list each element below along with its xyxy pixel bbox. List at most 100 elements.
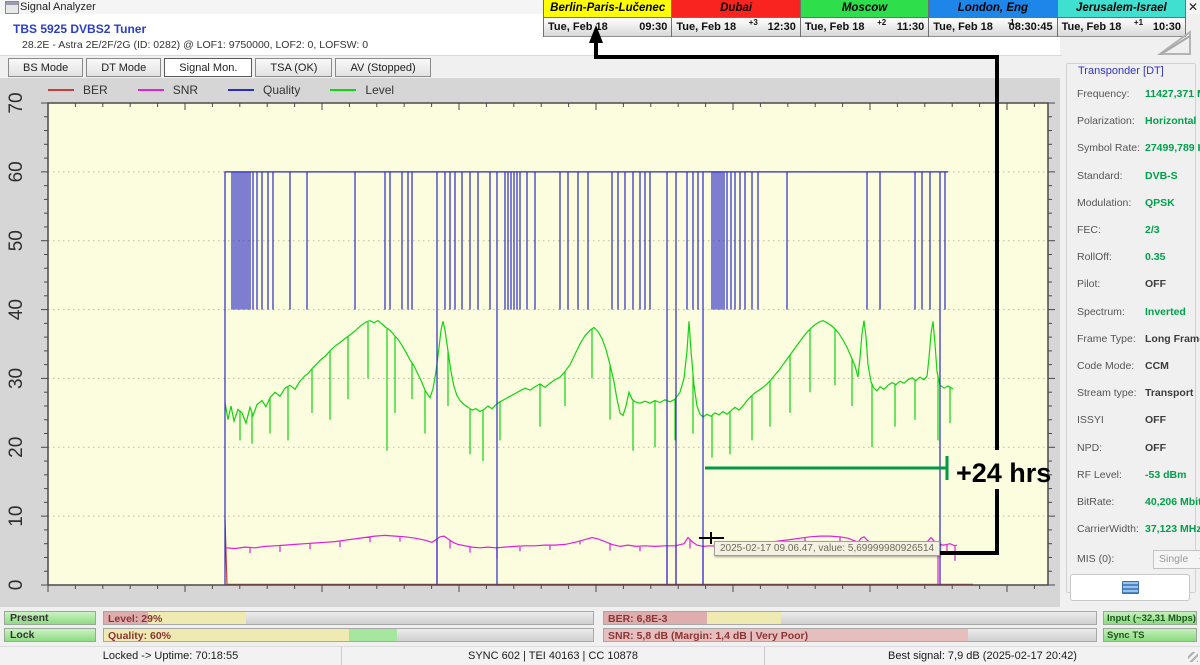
row-label: Stream type: bbox=[1077, 387, 1137, 399]
clock-time-row: Tue, Feb 18+211:30 bbox=[801, 18, 928, 37]
signal-chart-panel[interactable]: BERSNRQualityLevel 010203040506070 bbox=[0, 78, 1060, 607]
svg-text:40: 40 bbox=[6, 299, 27, 320]
row-value: QPSK bbox=[1145, 197, 1175, 209]
clock-date: Tue, Feb 18 bbox=[676, 21, 736, 33]
legend-swatch bbox=[330, 89, 356, 91]
tab-bs-mode[interactable]: BS Mode bbox=[8, 58, 83, 77]
legend-label: SNR bbox=[173, 83, 198, 97]
clock-time: 11:30 bbox=[897, 21, 925, 33]
clock-city-label: Moscow bbox=[801, 0, 928, 18]
clock-time-row: Tue, Feb 18 09:30 bbox=[544, 18, 671, 37]
svg-text:50: 50 bbox=[6, 230, 27, 251]
meter-row-2: LockQuality: 60%SNR: 5,8 dB (Margin: 1,4… bbox=[0, 628, 1200, 643]
transponder-row-codemode: Code Mode:CCM bbox=[1077, 360, 1197, 374]
row-label: RF Level: bbox=[1077, 469, 1122, 481]
svg-text:60: 60 bbox=[6, 161, 27, 182]
clock-utc-offset: +1 bbox=[1134, 18, 1143, 27]
transponder-row-symbolrate: Symbol Rate: 27499,789 KS/s bbox=[1077, 142, 1197, 156]
meter-fill-segment bbox=[349, 629, 398, 641]
clock-time: 12:30 bbox=[768, 21, 796, 33]
tab-tsa-ok-[interactable]: TSA (OK) bbox=[255, 58, 332, 77]
meter-label: Level: 29% bbox=[108, 613, 162, 625]
clock-time-row: Tue, Feb 18+312:30 bbox=[672, 18, 799, 37]
clock-berlin-paris-lu-enec[interactable]: Berlin-Paris-LučenecTue, Feb 1809:30 bbox=[543, 0, 671, 37]
clock-date: Tue, Feb 18 bbox=[1062, 21, 1122, 33]
legend-label: Quality bbox=[263, 83, 300, 97]
row-value: 27499,789 KS/s bbox=[1145, 142, 1200, 154]
status-box-sync-ts: Sync TS bbox=[1103, 628, 1197, 642]
meter-fill-segment bbox=[707, 612, 781, 624]
resize-grip[interactable] bbox=[1188, 652, 1198, 662]
signal-plot[interactable]: 010203040506070 bbox=[0, 78, 1060, 612]
tab-dt-mode[interactable]: DT Mode bbox=[86, 58, 161, 77]
mis-row: MIS (0): Single bbox=[1077, 553, 1197, 567]
clock-moscow[interactable]: MoscowTue, Feb 18+211:30 bbox=[800, 0, 928, 37]
transponder-row-frametype: Frame Type:Long Frame bbox=[1077, 333, 1197, 347]
transponder-row-frequency: Frequency: 11427,371 MHz bbox=[1077, 88, 1197, 102]
tabs: BS ModeDT ModeSignal Mon.TSA (OK)AV (Sto… bbox=[8, 58, 431, 77]
status-box-input-mbps-: Input (~32,31 Mbps) bbox=[1103, 611, 1197, 625]
row-value: CCM bbox=[1145, 360, 1169, 372]
close-icon[interactable]: ✕ bbox=[1188, 1, 1198, 13]
clock-time-row: Tue, Feb 18-108:30:45 bbox=[929, 18, 1056, 37]
clock-time: 09:30 bbox=[639, 21, 667, 33]
row-value: 37,123 MHz bbox=[1145, 523, 1200, 535]
legend-item-quality: Quality bbox=[228, 83, 300, 97]
save-icon bbox=[1122, 581, 1139, 594]
chart-legend: BER SNR Quality Level bbox=[48, 83, 394, 97]
transponder-row-standard: Standard:DVB-S bbox=[1077, 170, 1197, 184]
clock-time: 08:30:45 bbox=[1009, 21, 1053, 33]
transponder-row-rflevel: RF Level:-53 dBm bbox=[1077, 469, 1197, 483]
legend-label: BER bbox=[83, 83, 108, 97]
row-value: 40,206 Mbit/s bbox=[1145, 496, 1200, 508]
row-value: OFF bbox=[1145, 442, 1166, 454]
row-label: FEC: bbox=[1077, 224, 1101, 236]
transponder-row-polarization: Polarization:Horizontal bbox=[1077, 115, 1197, 129]
legend-label: Level bbox=[365, 83, 394, 97]
row-label: Modulation: bbox=[1077, 197, 1131, 209]
mis-label: MIS (0): bbox=[1077, 553, 1114, 565]
row-value: Long Frame bbox=[1145, 333, 1200, 345]
row-label: ISSYI bbox=[1077, 414, 1104, 426]
legend-item-ber: BER bbox=[48, 83, 108, 97]
transponder-row-npd: NPD:OFF bbox=[1077, 442, 1197, 456]
transponder-row-fec: FEC: 2/3 bbox=[1077, 224, 1197, 238]
svg-text:30: 30 bbox=[6, 368, 27, 389]
row-value: Horizontal bbox=[1145, 115, 1196, 127]
transponder-groupbox: Transponder [DT] Frequency:11427,371 MHz… bbox=[1066, 63, 1196, 593]
row-value: DVB-S bbox=[1145, 170, 1178, 182]
row-value: 11427,371 MHz bbox=[1145, 88, 1200, 100]
clock-london-eng[interactable]: London, EngTue, Feb 18-108:30:45 bbox=[928, 0, 1056, 37]
mis-value: Single bbox=[1159, 553, 1188, 565]
meter-level: Level: 29% bbox=[103, 611, 594, 625]
row-label: Symbol Rate: bbox=[1077, 142, 1140, 154]
export-button[interactable] bbox=[1070, 574, 1190, 601]
row-value: Inverted bbox=[1145, 306, 1186, 318]
status-best-signal: Best signal: 7,9 dB (2025-02-17 20:42) bbox=[765, 647, 1200, 665]
clock-date: Tue, Feb 18 bbox=[548, 21, 608, 33]
clock-dubai[interactable]: DubaiTue, Feb 18+312:30 bbox=[671, 0, 799, 37]
legend-swatch bbox=[48, 89, 74, 91]
legend-item-snr: SNR bbox=[138, 83, 198, 97]
meter-row-1: PresentLevel: 29%BER: 6,8E-3Input (~32,3… bbox=[0, 611, 1200, 626]
meter-snr: SNR: 5,8 dB (Margin: 1,4 dB | Very Poor) bbox=[603, 628, 1097, 642]
legend-swatch bbox=[138, 89, 164, 91]
window-title: Signal Analyzer bbox=[20, 1, 96, 13]
row-label: Spectrum: bbox=[1077, 306, 1125, 318]
tab-strip: BS ModeDT ModeSignal Mon.TSA (OK)AV (Sto… bbox=[0, 55, 1200, 79]
mis-dropdown[interactable]: Single bbox=[1153, 550, 1200, 569]
status-sync-counters: SYNC 602 | TEI 40163 | CC 10878 bbox=[342, 647, 765, 665]
tab-av-stopped-[interactable]: AV (Stopped) bbox=[335, 58, 430, 77]
clock-city-label: London, Eng bbox=[929, 0, 1056, 18]
row-label: Frequency: bbox=[1077, 88, 1130, 100]
tab-signal-mon-[interactable]: Signal Mon. bbox=[164, 58, 252, 77]
clock-date: Tue, Feb 18 bbox=[933, 21, 993, 33]
row-value: 2/3 bbox=[1145, 224, 1160, 236]
meter-label: Quality: 60% bbox=[108, 630, 171, 642]
tuner-title: TBS 5925 DVBS2 Tuner bbox=[13, 22, 146, 36]
row-value: Transport bbox=[1145, 387, 1193, 399]
row-label: Pilot: bbox=[1077, 278, 1100, 290]
transponder-sidebar: Transponder [DT] Frequency:11427,371 MHz… bbox=[1062, 55, 1200, 607]
transponder-row-pilot: Pilot:OFF bbox=[1077, 278, 1197, 292]
transponder-row-carrierwidth: CarrierWidth:37,123 MHz bbox=[1077, 523, 1197, 537]
